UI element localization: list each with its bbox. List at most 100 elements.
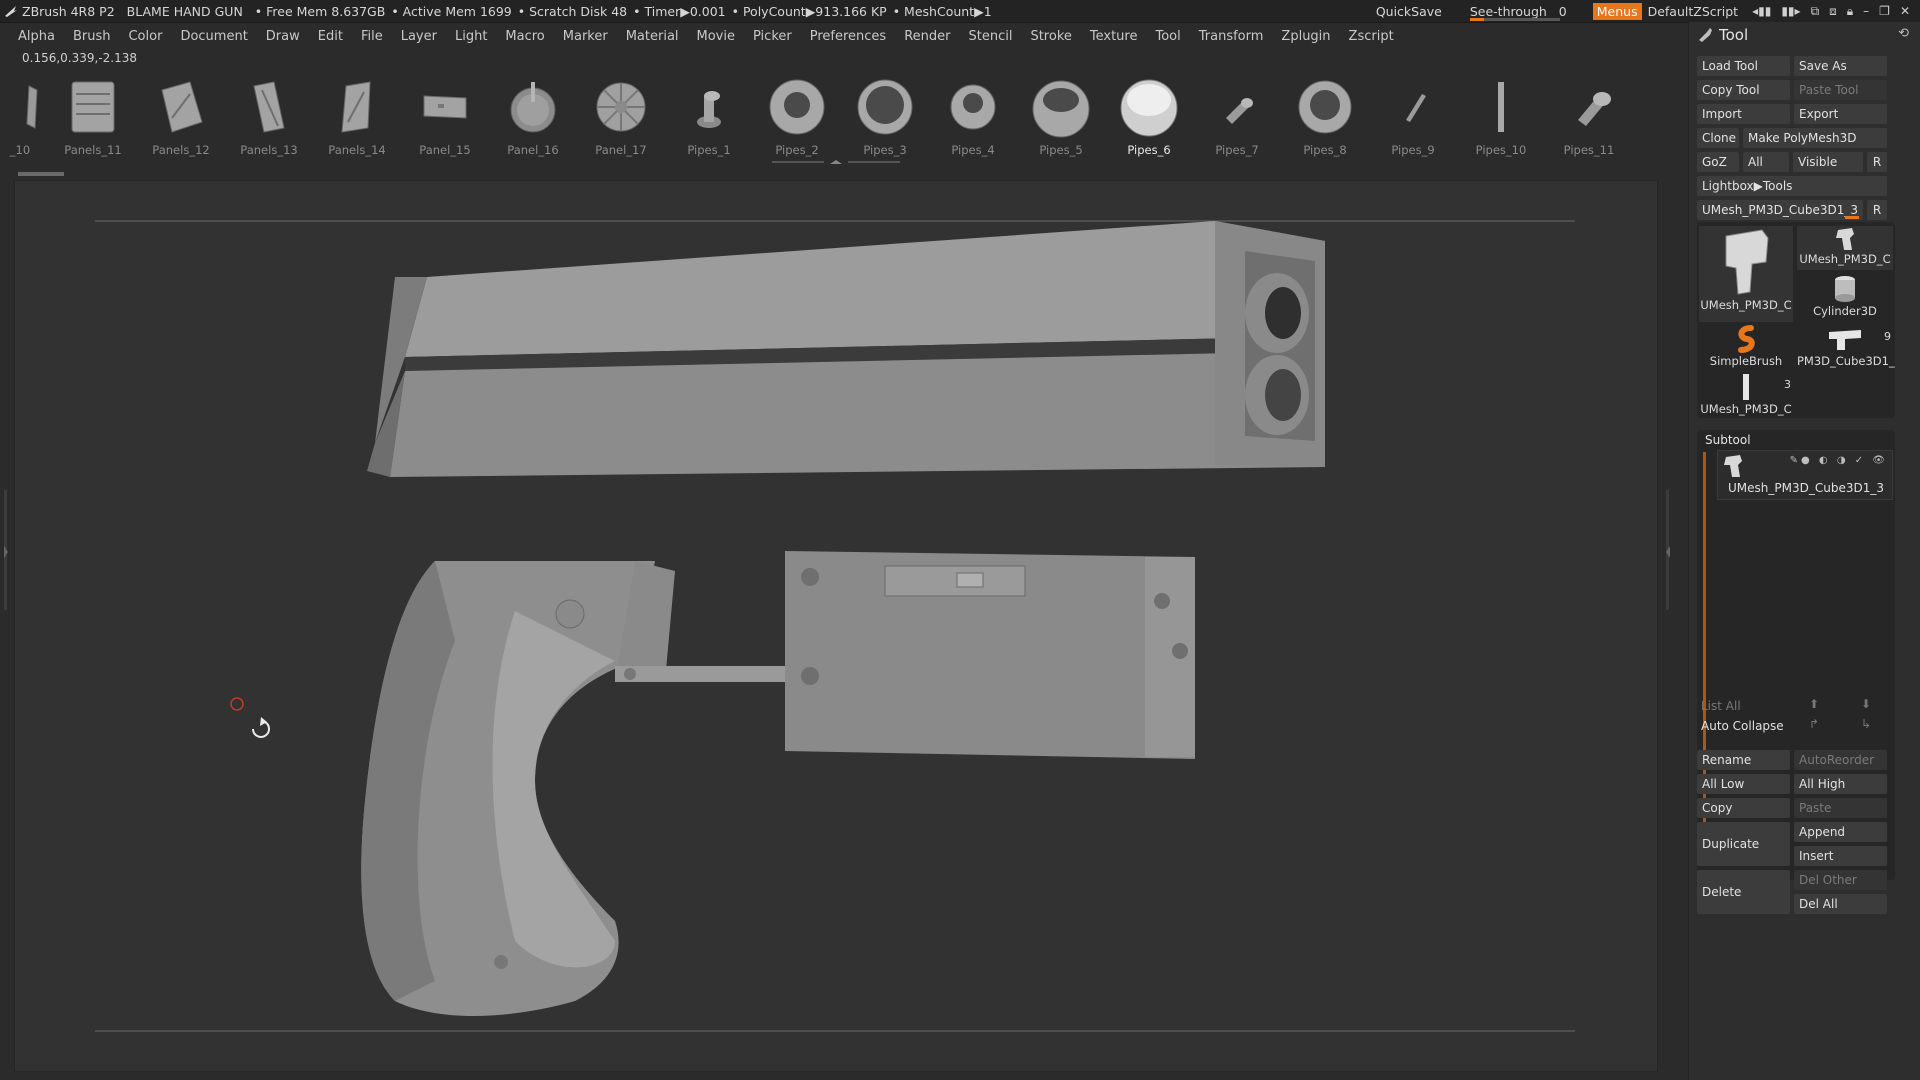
strip-item-12[interactable]: Pipes_5	[1021, 68, 1101, 164]
auto-collapse-button[interactable]: Auto Collapse	[1701, 719, 1784, 733]
delete-button[interactable]: Delete	[1697, 870, 1790, 914]
menu-zplugin[interactable]: Zplugin	[1272, 29, 1339, 44]
strip-item-18[interactable]: Pipes_11	[1549, 68, 1629, 164]
menu-file[interactable]: File	[352, 29, 392, 44]
paste-button[interactable]: Paste	[1794, 798, 1887, 818]
menu-layer[interactable]: Layer	[392, 29, 446, 44]
strip-scrollbar[interactable]	[18, 172, 64, 176]
strip-resize-handle[interactable]	[772, 160, 900, 164]
insert-button[interactable]: Insert	[1794, 846, 1887, 866]
close-icon[interactable]: ✕	[1900, 4, 1910, 19]
tool-palette-header[interactable]: Tool ⟲	[1689, 22, 1920, 48]
strip-item-7[interactable]: Panel_17	[581, 68, 661, 164]
layout-icon[interactable]: ◂▮▮	[1752, 4, 1771, 19]
strip-item-3[interactable]: Panels_13	[229, 68, 309, 164]
clone-button[interactable]: Clone	[1697, 128, 1739, 148]
strip-item-9[interactable]: Pipes_2	[757, 68, 837, 164]
del-all-button[interactable]: Del All	[1794, 894, 1887, 914]
strip-item-13[interactable]: Pipes_6	[1109, 68, 1189, 164]
strip-item-11[interactable]: Pipes_4	[933, 68, 1013, 164]
left-tray-handle[interactable]	[0, 180, 12, 1070]
menu-brush[interactable]: Brush	[64, 29, 120, 44]
lightbox-tools-button[interactable]: Lightbox▶Tools	[1697, 176, 1887, 196]
all-low-button[interactable]: All Low	[1697, 774, 1790, 794]
menu-stencil[interactable]: Stencil	[959, 29, 1021, 44]
rename-button[interactable]: Rename	[1697, 750, 1790, 770]
menu-picker[interactable]: Picker	[744, 29, 801, 44]
import-button[interactable]: Import	[1697, 104, 1790, 124]
append-button[interactable]: Append	[1794, 822, 1887, 842]
tool-thumb-cylinder[interactable]: Cylinder3D	[1797, 274, 1893, 322]
floating-icon[interactable]: ⧈	[1829, 4, 1837, 19]
tool-thumb-simplebrush[interactable]: SimpleBrush	[1699, 324, 1793, 372]
current-tool-slider[interactable]: UMesh_PM3D_Cube3D1_3	[1697, 200, 1863, 220]
menu-document[interactable]: Document	[171, 29, 256, 44]
strip-item-5[interactable]: Panel_15	[405, 68, 485, 164]
subtool-item[interactable]: ✎● ◐ ◑ ✓ 👁︎ UMesh_PM3D_Cube3D1_3	[1717, 450, 1893, 500]
menu-macro[interactable]: Macro	[496, 29, 553, 44]
current-tool-r-button[interactable]: R	[1867, 200, 1887, 220]
menu-draw[interactable]: Draw	[257, 29, 309, 44]
autoreorder-button[interactable]: AutoReorder	[1794, 750, 1887, 770]
strip-item-1[interactable]: Panels_11	[53, 68, 133, 164]
arrow-up-right-icon[interactable]: ↱	[1809, 717, 1819, 731]
layout-alt-icon[interactable]: ▮▮▸	[1781, 4, 1800, 19]
strip-item-6[interactable]: Panel_16	[493, 68, 573, 164]
menu-preferences[interactable]: Preferences	[801, 29, 895, 44]
del-other-button[interactable]: Del Other	[1794, 870, 1887, 890]
ui-split-icon[interactable]: ⧉	[1811, 4, 1820, 19]
strip-item-14[interactable]: Pipes_7	[1197, 68, 1277, 164]
export-button[interactable]: Export	[1794, 104, 1887, 124]
menu-zscript[interactable]: Zscript	[1340, 29, 1403, 44]
move-down-icon[interactable]: ⬇	[1861, 697, 1871, 711]
all-high-button[interactable]: All High	[1794, 774, 1887, 794]
menu-edit[interactable]: Edit	[309, 29, 352, 44]
goz-all-button[interactable]: All	[1743, 152, 1789, 172]
menus-button[interactable]: Menus	[1592, 2, 1642, 20]
menu-texture[interactable]: Texture	[1081, 29, 1147, 44]
menu-transform[interactable]: Transform	[1190, 29, 1273, 44]
right-tray-handle[interactable]	[1658, 180, 1678, 1070]
minimize-icon[interactable]: –	[1863, 4, 1869, 19]
menu-marker[interactable]: Marker	[554, 29, 617, 44]
tool-thumb-gun[interactable]: UMesh_PM3D_C	[1699, 226, 1793, 322]
menu-tool[interactable]: Tool	[1146, 29, 1189, 44]
restore-icon[interactable]: ❐	[1879, 4, 1890, 19]
strip-item-8[interactable]: Pipes_1	[669, 68, 749, 164]
strip-item-17[interactable]: Pipes_10	[1461, 68, 1541, 164]
strip-item-4[interactable]: Panels_14	[317, 68, 397, 164]
strip-item-15[interactable]: Pipes_8	[1285, 68, 1365, 164]
copy-tool-button[interactable]: Copy Tool	[1697, 80, 1790, 100]
goz-button[interactable]: GoZ	[1697, 152, 1739, 172]
list-all-button[interactable]: List All	[1701, 699, 1741, 713]
duplicate-button[interactable]: Duplicate	[1697, 822, 1790, 866]
subtool-visibility-controls[interactable]: ✎● ◐ ◑ ✓ 👁︎	[1790, 455, 1888, 466]
strip-item-16[interactable]: Pipes_9	[1373, 68, 1453, 164]
reset-icon[interactable]: ⟲	[1898, 26, 1909, 41]
tool-thumb-pm3d-cube[interactable]: 9 PM3D_Cube3D1_	[1797, 324, 1895, 372]
paste-tool-button[interactable]: Paste Tool	[1794, 80, 1887, 100]
tool-thumb-gun-small[interactable]: UMesh_PM3D_C	[1797, 226, 1893, 270]
copy-button[interactable]: Copy	[1697, 798, 1790, 818]
make-polymesh3d-button[interactable]: Make PolyMesh3D	[1743, 128, 1887, 148]
document-canvas[interactable]	[14, 180, 1658, 1072]
move-up-icon[interactable]: ⬆	[1809, 697, 1819, 711]
menu-alpha[interactable]: Alpha	[0, 29, 64, 44]
menu-light[interactable]: Light	[446, 29, 496, 44]
goz-visible-button[interactable]: Visible	[1793, 152, 1863, 172]
load-tool-button[interactable]: Load Tool	[1697, 56, 1790, 76]
menu-stroke[interactable]: Stroke	[1021, 29, 1080, 44]
goz-r-button[interactable]: R	[1867, 152, 1887, 172]
see-through-slider[interactable]: See-through 0	[1462, 4, 1575, 21]
save-as-button[interactable]: Save As	[1794, 56, 1887, 76]
strip-item-2[interactable]: Panels_12	[141, 68, 221, 164]
menu-material[interactable]: Material	[617, 29, 688, 44]
menu-color[interactable]: Color	[119, 29, 171, 44]
subtool-header[interactable]: Subtool	[1705, 433, 1751, 447]
arrow-down-right-icon[interactable]: ↳	[1861, 717, 1871, 731]
menu-render[interactable]: Render	[895, 29, 959, 44]
quicksave-button[interactable]: QuickSave	[1376, 4, 1442, 19]
default-zscript-button[interactable]: DefaultZScript	[1648, 4, 1739, 19]
menu-movie[interactable]: Movie	[688, 29, 744, 44]
lock-icon[interactable]: 🔒︎	[1847, 4, 1853, 19]
